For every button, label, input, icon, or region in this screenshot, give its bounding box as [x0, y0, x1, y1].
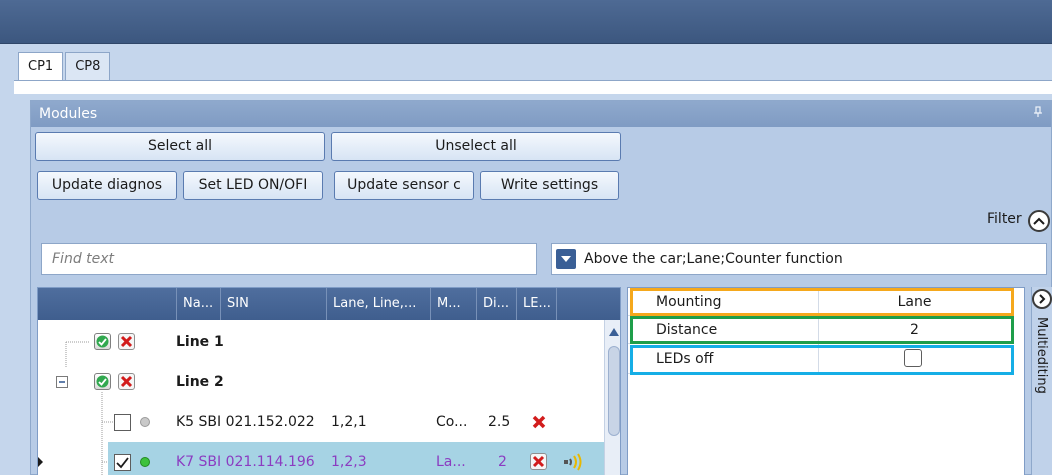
filter-combo[interactable]: Above the car;Lane;Counter function	[551, 243, 1047, 275]
grid-vertical-scrollbar[interactable]	[604, 320, 620, 475]
check-icon[interactable]	[94, 333, 111, 350]
row-name: K7 SBI 021.114.196	[176, 454, 315, 470]
grid-header: Na... SIN Lane, Line,... M... Di... LE..…	[38, 288, 620, 320]
table-row[interactable]: Line 2	[38, 362, 604, 402]
multiediting-label: Multiediting	[1034, 317, 1049, 394]
row-name: Line 2	[176, 374, 224, 390]
scrollbar-thumb[interactable]	[608, 346, 620, 436]
write-settings-button[interactable]: Write settings	[480, 171, 619, 200]
update-sensor-button[interactable]: Update sensor c	[334, 171, 474, 200]
set-led-button[interactable]: Set LED ON/OFI	[183, 171, 323, 200]
current-row-marker-icon	[38, 457, 43, 467]
row-lane: 1,2,3	[331, 454, 367, 470]
row-lane: 1,2,1	[331, 414, 367, 430]
property-grid: Mounting Lane Distance 2 LEDs off	[627, 287, 1025, 475]
row-name: Line 1	[176, 334, 224, 350]
signal-icon	[560, 452, 586, 475]
panel-header: Modules	[31, 101, 1051, 127]
filter-collapse-button[interactable]	[1028, 210, 1050, 232]
tab-strip: CP1 CP8	[18, 52, 111, 82]
leds-off-icon	[530, 453, 547, 470]
column-header-distance[interactable]: Di...	[476, 288, 516, 320]
multiediting-expand-button[interactable]	[1032, 289, 1052, 309]
table-row[interactable]: K5 SBI 021.152.022 1,2,1 Co... 2.5	[38, 402, 604, 442]
column-header-mounting[interactable]: M...	[430, 288, 476, 320]
remove-icon[interactable]	[118, 373, 135, 390]
unselect-all-button[interactable]: Unselect all	[331, 132, 621, 161]
table-row-selected[interactable]: K7 SBI 021.114.196 1,2,3 La... 2	[108, 442, 604, 475]
collapse-icon[interactable]	[56, 376, 68, 388]
tab-cp1[interactable]: CP1	[18, 52, 64, 82]
row-distance: 2	[498, 454, 507, 470]
status-led-icon	[140, 457, 150, 467]
status-led-icon	[140, 417, 150, 427]
highlight-leds-off	[630, 345, 1014, 375]
row-name: K5 SBI 021.152.022	[176, 414, 315, 430]
multiediting-sidebar[interactable]: Multiediting	[1031, 287, 1052, 475]
dropdown-arrow-icon[interactable]	[556, 249, 576, 269]
panel-title: Modules	[39, 106, 98, 122]
filter-combo-value: Above the car;Lane;Counter function	[584, 251, 843, 267]
find-text-input[interactable]: Find text	[41, 243, 537, 275]
leds-off-icon	[530, 413, 547, 430]
remove-icon[interactable]	[118, 333, 135, 350]
filter-label: Filter	[987, 211, 1022, 227]
check-icon[interactable]	[94, 373, 111, 390]
column-header-sin[interactable]: SIN	[220, 288, 326, 320]
tab-cp8[interactable]: CP8	[65, 52, 111, 81]
column-header-leds[interactable]: LE...	[516, 288, 556, 320]
update-diagnostics-button[interactable]: Update diagnos	[37, 171, 177, 200]
chevron-up-icon	[1033, 217, 1045, 225]
tab-content-area	[14, 80, 1052, 94]
table-row[interactable]: Line 1	[38, 322, 604, 362]
scroll-up-icon	[609, 328, 619, 336]
highlight-distance	[630, 316, 1014, 344]
highlight-mounting	[630, 288, 1014, 316]
select-all-button[interactable]: Select all	[35, 132, 325, 161]
chevron-right-icon	[1039, 294, 1046, 304]
row-checkbox[interactable]	[114, 414, 131, 431]
column-header-extra	[556, 288, 604, 320]
modules-panel: Modules Select all Unselect all Update d…	[30, 100, 1052, 475]
column-header-lane[interactable]: Lane, Line,...	[326, 288, 430, 320]
pin-icon[interactable]	[1033, 101, 1043, 127]
row-mounting: Co...	[436, 414, 468, 430]
row-checkbox-checked[interactable]	[114, 454, 131, 471]
grid-body: Line 1 Line 2 K5 SBI 021.152.022 1,2,1 C…	[38, 320, 604, 475]
column-header-name[interactable]: Na...	[176, 288, 220, 320]
row-mounting: La...	[436, 454, 466, 470]
window-header-bar	[0, 0, 1052, 44]
row-distance: 2.5	[488, 414, 511, 430]
modules-grid: Na... SIN Lane, Line,... M... Di... LE..…	[37, 287, 621, 475]
column-expander	[38, 288, 178, 320]
